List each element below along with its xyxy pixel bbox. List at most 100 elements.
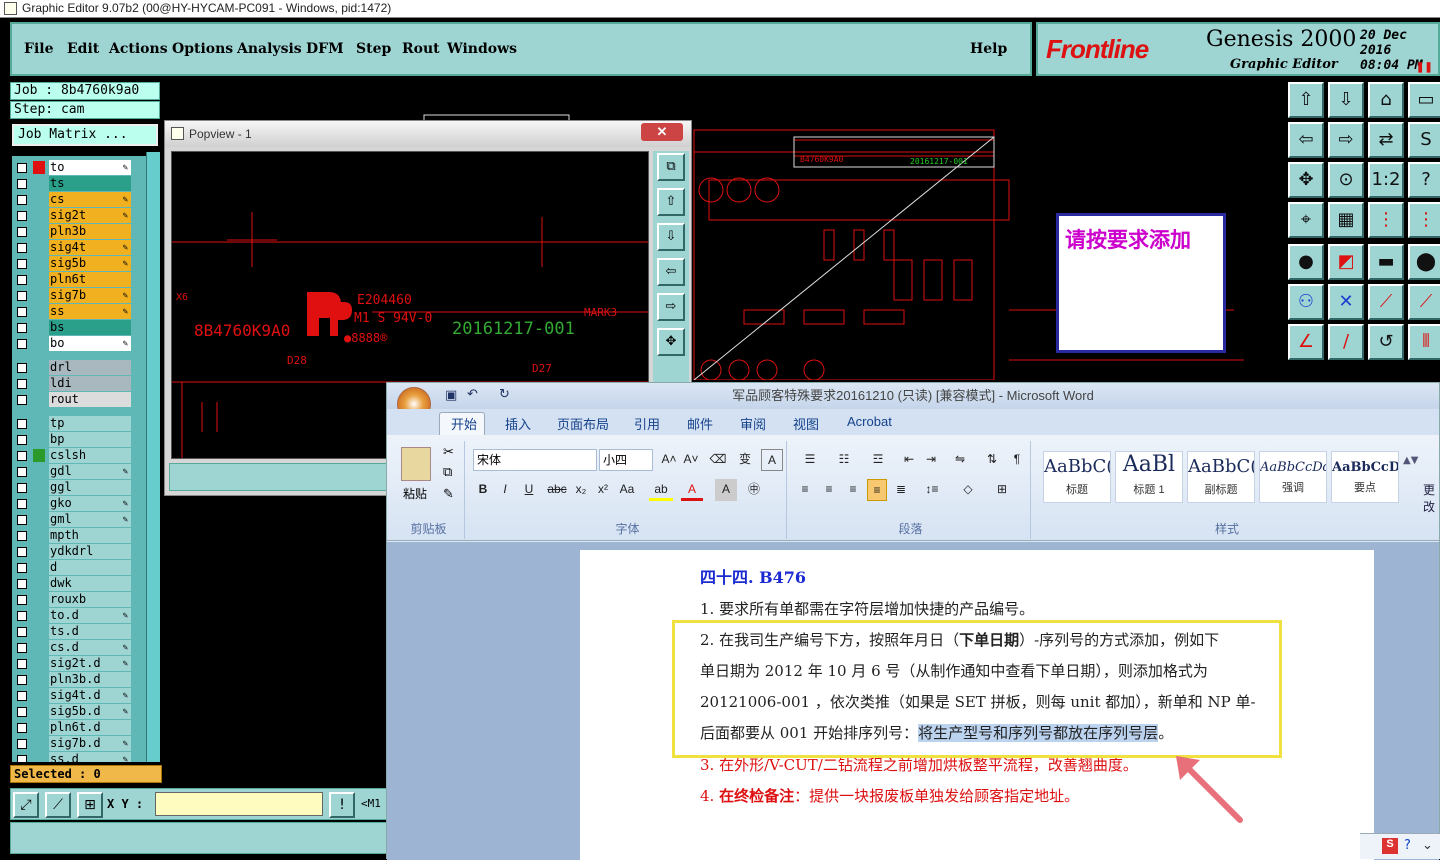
menu-file[interactable]: File: [24, 41, 53, 57]
layer-name[interactable]: dwk: [49, 576, 131, 591]
menu-rout[interactable]: Rout: [402, 41, 440, 57]
style-subtitle[interactable]: AaBbC(副标题: [1187, 451, 1255, 503]
undo-icon[interactable]: ↶: [467, 387, 478, 402]
job-matrix-button[interactable]: Job Matrix ...: [12, 124, 158, 146]
layer-checkbox[interactable]: [17, 419, 27, 429]
font-name-select[interactable]: 宋体: [473, 449, 597, 471]
layer-checkbox[interactable]: [17, 723, 27, 733]
menu-analysis[interactable]: Analysis: [237, 41, 302, 57]
paste-label[interactable]: 粘贴: [403, 485, 427, 502]
pop-down-icon[interactable]: ⇩: [657, 223, 685, 251]
layer-checkbox[interactable]: [17, 627, 27, 637]
font-color-icon[interactable]: A: [681, 479, 703, 501]
layer-row-pln3b[interactable]: pln3b: [12, 224, 132, 239]
styles-scroll-icon[interactable]: ▲▼: [1403, 455, 1418, 466]
layer-row-cslsh[interactable]: cslsh: [12, 448, 132, 463]
info-icon[interactable]: !: [329, 792, 355, 818]
layer-color-swatch[interactable]: [33, 321, 45, 334]
layer-checkbox[interactable]: [17, 363, 27, 373]
center-icon[interactable]: ⊙: [1328, 162, 1364, 198]
layer-checkbox[interactable]: [17, 259, 27, 269]
move-left-icon[interactable]: ⇦: [1288, 122, 1324, 158]
grid-toggle-icon[interactable]: ▦: [1328, 202, 1364, 238]
menu-help[interactable]: Help: [970, 41, 1007, 57]
layer-color-swatch[interactable]: [33, 193, 45, 206]
layer-color-swatch[interactable]: [33, 593, 45, 606]
layer-color-swatch[interactable]: [33, 225, 45, 238]
layer-checkbox[interactable]: [17, 643, 27, 653]
multilevel-icon[interactable]: ☲: [863, 449, 893, 471]
menu-options[interactable]: Options: [172, 41, 233, 57]
menu-step[interactable]: Step: [356, 41, 391, 57]
layer-name[interactable]: bo ✎: [49, 336, 131, 351]
tray-arrow-icon[interactable]: ⌄: [1422, 838, 1433, 853]
layer-color-swatch[interactable]: [33, 577, 45, 590]
pop-fit-icon[interactable]: ✥: [657, 328, 685, 356]
fit-icon[interactable]: ✥: [1288, 162, 1324, 198]
pause-icon[interactable]: ❚❚: [1416, 62, 1433, 73]
layer-color-swatch[interactable]: [33, 465, 45, 478]
round-pad-icon[interactable]: ⬤: [1408, 244, 1440, 280]
layer-name[interactable]: to.d ✎: [49, 608, 131, 623]
zoom-area-icon[interactable]: ⤢: [13, 792, 39, 818]
layer-color-swatch[interactable]: [33, 657, 45, 670]
tab-references[interactable]: 引用: [634, 414, 660, 433]
layer-row-gml[interactable]: gml ✎: [12, 512, 132, 527]
layer-checkbox[interactable]: [17, 691, 27, 701]
layer-name[interactable]: sig2t ✎: [49, 208, 131, 223]
tab-home[interactable]: 开始: [451, 414, 477, 433]
layer-name[interactable]: to ✎: [49, 160, 131, 175]
layer-color-swatch[interactable]: [33, 305, 45, 318]
layer-name[interactable]: bp: [49, 432, 131, 447]
redo-icon[interactable]: ↻: [499, 387, 510, 402]
layer-name[interactable]: sig4t ✎: [49, 240, 131, 255]
layer-checkbox[interactable]: [17, 163, 27, 173]
layer-color-swatch[interactable]: [33, 241, 45, 254]
add-line-icon[interactable]: ◩: [1328, 244, 1364, 280]
layer-name[interactable]: sig5b ✎: [49, 256, 131, 271]
layer-name[interactable]: ts: [49, 176, 131, 191]
layer-row-sig2t[interactable]: sig2t ✎: [12, 208, 132, 223]
format-painter-icon[interactable]: ✎: [443, 487, 454, 502]
line-node-icon[interactable]: ⟋: [1368, 284, 1404, 320]
layer-color-swatch[interactable]: [33, 673, 45, 686]
layer-row-cs[interactable]: cs ✎: [12, 192, 132, 207]
layer-checkbox[interactable]: [17, 579, 27, 589]
align-right-icon[interactable]: ≡: [843, 479, 863, 501]
angle-icon[interactable]: ∠: [1288, 324, 1324, 360]
layer-color-swatch[interactable]: [33, 257, 45, 270]
layer-checkbox[interactable]: [17, 739, 27, 749]
layer-row-gdl[interactable]: gdl ✎: [12, 464, 132, 479]
layer-checkbox[interactable]: [17, 531, 27, 541]
layer-row-tp[interactable]: tp: [12, 416, 132, 431]
clear-format-icon[interactable]: ⌫: [707, 449, 729, 471]
grid-icon[interactable]: ⊞: [77, 792, 103, 818]
window-icon[interactable]: ▭: [1408, 82, 1440, 118]
layer-name[interactable]: bs: [49, 320, 131, 335]
layer-name[interactable]: ts.d: [49, 624, 131, 639]
tab-mailings[interactable]: 邮件: [687, 414, 713, 433]
shrink-font-icon[interactable]: A˅: [681, 449, 701, 471]
layer-name[interactable]: cslsh: [49, 448, 131, 463]
save-icon[interactable]: ▣: [445, 388, 457, 403]
layer-checkbox[interactable]: [17, 243, 27, 253]
tab-insert[interactable]: 插入: [505, 414, 531, 433]
paste-icon[interactable]: [401, 447, 431, 481]
add-pad-icon[interactable]: ●: [1288, 244, 1324, 280]
layer-checkbox[interactable]: [17, 379, 27, 389]
char-border-icon[interactable]: A: [761, 449, 783, 471]
tab-page-layout[interactable]: 页面布局: [557, 414, 609, 433]
menu-edit[interactable]: Edit: [67, 41, 99, 57]
font-size-select[interactable]: 小四: [599, 449, 653, 471]
superscript-icon[interactable]: x²: [593, 479, 613, 501]
layer-checkbox[interactable]: [17, 611, 27, 621]
sort-icon[interactable]: ⇅: [981, 449, 1003, 471]
line-spacing-icon[interactable]: ↕≡: [917, 479, 947, 501]
layer-checkbox[interactable]: [17, 563, 27, 573]
layer-color-swatch[interactable]: [33, 273, 45, 286]
shading-icon[interactable]: ◇: [953, 479, 983, 501]
pop-left-icon[interactable]: ⇦: [657, 258, 685, 286]
layer-row-pln6t-d[interactable]: pln6t.d: [12, 720, 132, 735]
layer-row-dwk[interactable]: dwk: [12, 576, 132, 591]
snap-red-2-icon[interactable]: ⋮: [1408, 202, 1440, 238]
